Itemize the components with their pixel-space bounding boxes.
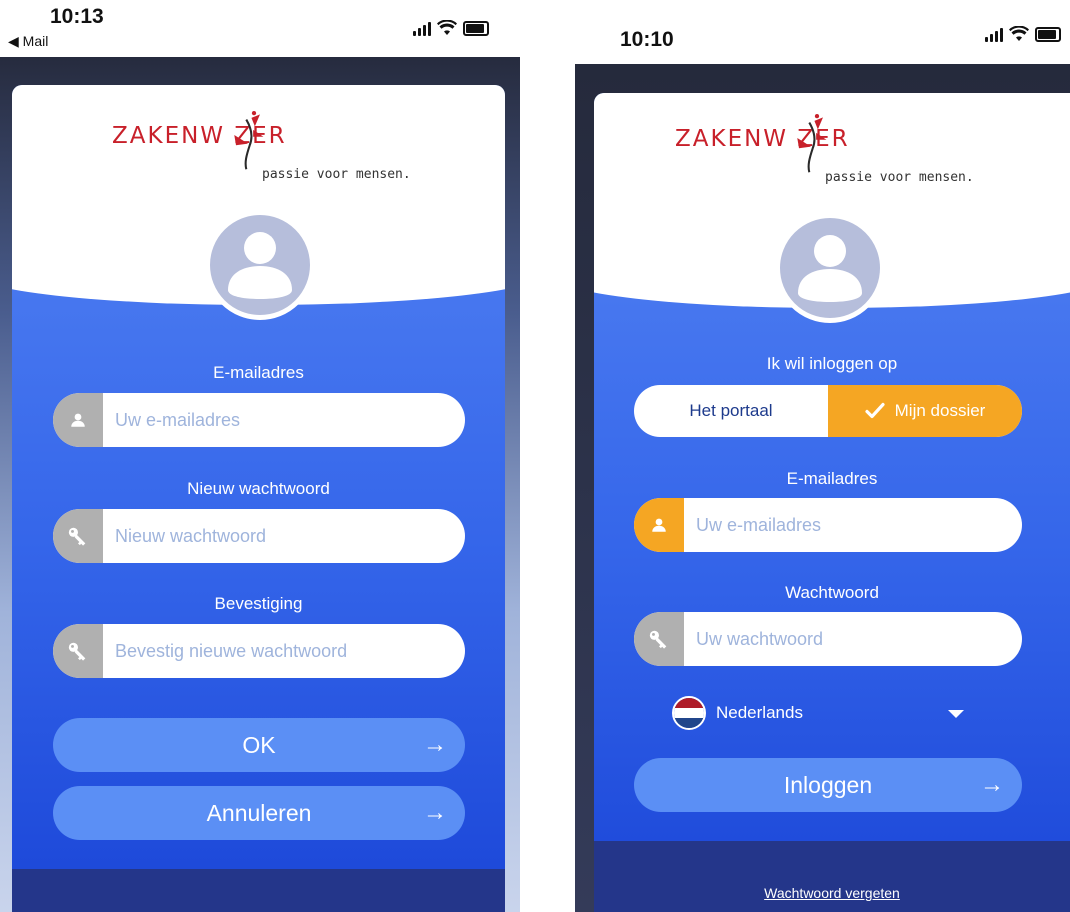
logo-tagline: passie voor mensen. — [825, 170, 974, 185]
person-icon — [650, 516, 668, 534]
back-to-mail-link[interactable]: ◀ Mail — [8, 33, 48, 50]
wifi-icon — [1009, 26, 1029, 41]
login-target-toggle: Het portaal Mijn dossier — [634, 385, 1022, 437]
logo-figure-icon — [230, 111, 266, 171]
status-bar: 10:10 — [575, 0, 1070, 64]
netherlands-flag-shape — [674, 698, 704, 728]
login-target-label: Ik wil inloggen op — [766, 354, 898, 373]
email-label: E-mailadres — [786, 469, 878, 488]
email-field-icon-box — [53, 393, 103, 447]
password-label: Wachtwoord — [785, 583, 879, 602]
card-footer: Wachtwoord vergeten — [594, 841, 1070, 912]
login-button-label: Inloggen — [783, 771, 873, 798]
arrow-right-icon: → — [423, 731, 447, 758]
card-footer — [12, 869, 505, 912]
wifi-icon — [437, 20, 457, 35]
reset-card: ZAKENW ZER passie voor mensen. E-mailadr… — [12, 85, 505, 912]
user-avatar-icon — [798, 235, 862, 302]
key-icon — [648, 628, 670, 650]
status-time: 10:10 — [620, 28, 674, 51]
user-avatar-icon — [228, 232, 292, 299]
email-field-icon-box — [634, 498, 684, 552]
confirm-password-input[interactable] — [103, 639, 465, 663]
logo-figure-icon — [793, 114, 829, 174]
arrow-right-icon: → — [980, 771, 1004, 798]
cancel-button-label: Annuleren — [206, 799, 312, 826]
login-button[interactable]: Inloggen → — [634, 758, 1022, 812]
login-card: ZAKENW ZER passie voor mensen. Ik wil in… — [594, 93, 1070, 912]
new-password-field[interactable] — [53, 509, 465, 563]
email-input[interactable] — [103, 408, 465, 432]
ok-button[interactable]: OK → — [53, 718, 465, 772]
cancel-button[interactable]: Annuleren → — [53, 786, 465, 840]
password-field[interactable] — [634, 612, 1022, 666]
toggle-dossier-label: Mijn dossier — [894, 401, 986, 420]
password-input[interactable] — [684, 627, 1022, 651]
key-icon — [67, 525, 89, 547]
new-password-input[interactable] — [103, 524, 465, 548]
zakenwijzer-logo: ZAKENW ZER passie voor mensen. — [675, 126, 974, 185]
forgot-password-link[interactable]: Wachtwoord vergeten — [594, 885, 1070, 901]
email-input[interactable] — [684, 513, 1022, 537]
chevron-down-icon[interactable] — [948, 710, 964, 718]
new-password-icon-box — [53, 509, 103, 563]
confirm-password-field[interactable] — [53, 624, 465, 678]
status-time: 10:13 — [50, 5, 104, 28]
language-selector[interactable]: Nederlands — [672, 696, 803, 730]
login-screen: 10:10 ZAKENW ZER passie voor mensen. Ik … — [575, 0, 1070, 912]
email-field[interactable] — [634, 498, 1022, 552]
zakenwijzer-logo: ZAKENW ZER passie voor mensen. — [112, 123, 411, 182]
new-password-label: Nieuw wachtwoord — [187, 479, 330, 498]
logo-tagline: passie voor mensen. — [262, 167, 411, 182]
confirm-password-icon-box — [53, 624, 103, 678]
battery-icon — [1035, 27, 1061, 42]
ok-button-label: OK — [242, 731, 276, 758]
password-field-icon-box — [634, 612, 684, 666]
system-icons — [413, 20, 489, 36]
status-bar: 10:13 ◀ Mail — [0, 0, 520, 58]
avatar — [775, 213, 885, 323]
avatar — [205, 210, 315, 320]
arrow-right-icon: → — [423, 799, 447, 826]
email-field[interactable] — [53, 393, 465, 447]
person-icon — [69, 411, 87, 429]
email-label: E-mailadres — [213, 363, 304, 382]
key-icon — [67, 640, 89, 662]
toggle-option-dossier[interactable]: Mijn dossier — [828, 385, 1022, 437]
toggle-option-portal[interactable]: Het portaal — [634, 385, 828, 437]
language-label: Nederlands — [716, 703, 803, 722]
netherlands-flag-icon — [672, 696, 706, 730]
signal-icon — [985, 28, 1003, 42]
password-reset-screen: 10:13 ◀ Mail ZAKENW ZER passie voor mens… — [0, 0, 520, 912]
system-icons — [985, 26, 1061, 42]
signal-icon — [413, 22, 431, 36]
checkmark-icon — [865, 402, 885, 419]
confirm-label: Bevestiging — [214, 594, 303, 613]
battery-icon — [463, 21, 489, 36]
